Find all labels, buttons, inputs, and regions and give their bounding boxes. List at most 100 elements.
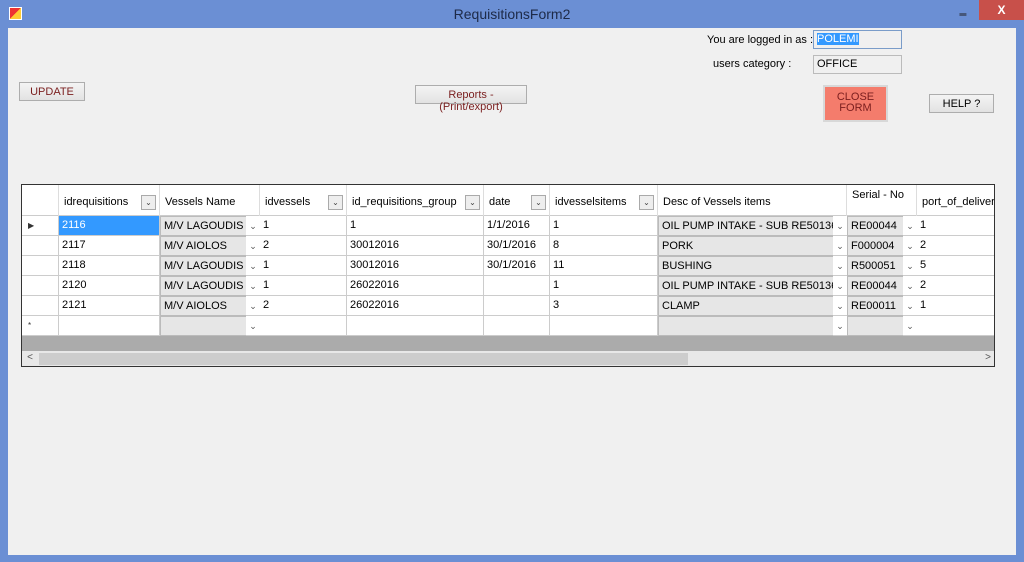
column-header[interactable]: date ⌄ [484,185,550,216]
grid-cell[interactable]: 2 [917,236,994,256]
combo-cell[interactable]: M/V AIOLOS [160,236,246,256]
column-header[interactable]: Serial - No [847,185,917,216]
filter-dropdown-icon[interactable]: ⌄ [639,195,654,210]
chevron-down-icon[interactable]: ⌄ [246,296,260,316]
grid-cell[interactable]: 30/1/2016 [484,236,550,256]
chevron-down-icon[interactable]: ⌄ [833,236,847,256]
column-header[interactable]: idvessels ⌄ [260,185,347,216]
grid-cell[interactable] [260,316,347,336]
combo-cell[interactable] [658,316,833,336]
filter-dropdown-icon[interactable]: ⌄ [531,195,546,210]
grid-cell[interactable]: 2 [260,236,347,256]
chevron-down-icon[interactable]: ⌄ [833,216,847,236]
chevron-down-icon[interactable]: ⌄ [903,256,917,276]
combo-cell[interactable]: RE00044 [847,216,903,236]
grid-cell[interactable] [347,316,484,336]
combo-cell[interactable]: RE00011 [847,296,903,316]
table-row[interactable]: 2120 M/V LAGOUDIS ⌄ 1 26022016 1 OIL PUMP INTA… [22,276,994,296]
grid-cell[interactable]: 5 [917,256,994,276]
table-row[interactable]: 2118 M/V LAGOUDIS ⌄ 1 30012016 30/1/2016 11 BUS… [22,256,994,276]
column-header[interactable]: port_of_delivery [917,185,994,216]
grid-cell[interactable]: 30/1/2016 [484,256,550,276]
combo-cell[interactable]: OIL PUMP INTAKE - SUB RE501363 [658,276,833,296]
column-header[interactable]: id_requisitions_group ⌄ [347,185,484,216]
combo-cell[interactable]: M/V LAGOUDIS [160,216,246,236]
grid-cell[interactable]: 1 [260,276,347,296]
combo-cell[interactable]: BUSHING [658,256,833,276]
table-row[interactable]: ▶ 2116 M/V LAGOUDIS ⌄ 1 1 1/1/2016 1 OIL PUMP IN… [22,216,994,236]
grid-cell[interactable]: 1 [260,216,347,236]
grid-cell[interactable]: 2117 [59,236,160,256]
grid-cell[interactable]: 26022016 [347,296,484,316]
minimize-button[interactable]: ‗ [950,2,976,22]
grid-cell[interactable]: 1 [347,216,484,236]
grid-cell[interactable]: 30012016 [347,256,484,276]
grid-cell[interactable]: 1 [917,296,994,316]
grid-cell[interactable] [59,316,160,336]
grid-cell[interactable]: 1 [550,216,658,236]
combo-cell[interactable]: PORK [658,236,833,256]
grid-cell[interactable]: 26022016 [347,276,484,296]
scroll-right-icon[interactable]: > [981,352,994,363]
grid-cell[interactable] [484,276,550,296]
filter-dropdown-icon[interactable]: ⌄ [328,195,343,210]
filter-dropdown-icon[interactable]: ⌄ [465,195,480,210]
chevron-down-icon[interactable]: ⌄ [246,276,260,296]
grid-cell[interactable]: 30012016 [347,236,484,256]
chevron-down-icon[interactable]: ⌄ [833,296,847,316]
combo-cell[interactable]: M/V LAGOUDIS [160,256,246,276]
grid-cell[interactable]: 2120 [59,276,160,296]
chevron-down-icon[interactable]: ⌄ [833,316,847,336]
reports-button[interactable]: Reports - (Print/export) [415,85,527,113]
grid-cell[interactable]: 1 [917,216,994,236]
grid-cell[interactable] [484,296,550,316]
chevron-down-icon[interactable]: ⌄ [903,216,917,236]
grid-cell[interactable]: 2 [917,276,994,296]
chevron-down-icon[interactable]: ⌄ [246,236,260,256]
grid-cell[interactable]: 2118 [59,256,160,276]
column-header[interactable]: idrequisitions ⌄ [59,185,160,216]
scroll-left-icon[interactable]: < [23,352,37,363]
close-window-button[interactable]: X [979,0,1024,20]
grid-cell[interactable] [484,316,550,336]
chevron-down-icon[interactable]: ⌄ [903,276,917,296]
chevron-down-icon[interactable]: ⌄ [903,296,917,316]
table-row[interactable]: 2117 M/V AIOLOS ⌄ 2 30012016 30/1/2016 8 PORK ⌄ F… [22,236,994,256]
chevron-down-icon[interactable]: ⌄ [246,256,260,276]
table-row[interactable]: 2121 M/V AIOLOS ⌄ 2 26022016 3 CLAMP ⌄ RE00011 ⌄ 1 [22,296,994,316]
scroll-thumb[interactable] [39,353,688,365]
help-button[interactable]: HELP ? [929,94,994,113]
column-header[interactable]: Vessels Name [160,185,260,216]
combo-cell[interactable] [847,316,903,336]
chevron-down-icon[interactable]: ⌄ [246,316,260,336]
combo-cell[interactable]: CLAMP [658,296,833,316]
grid-cell[interactable] [550,316,658,336]
combo-cell[interactable] [160,316,246,336]
chevron-down-icon[interactable]: ⌄ [903,316,917,336]
grid-cell[interactable] [917,316,994,336]
new-row[interactable]: * ⌄ ⌄ ⌄ [22,316,994,336]
close-form-button[interactable]: CLOSE FORM [823,85,888,122]
combo-cell[interactable]: R500051 [847,256,903,276]
logged-in-user-field[interactable]: POLEMI [813,30,902,49]
grid-cell[interactable]: 8 [550,236,658,256]
requisitions-grid[interactable]: idrequisitions ⌄ Vessels Name idvessels ⌄ id_… [21,184,995,367]
chevron-down-icon[interactable]: ⌄ [833,256,847,276]
chevron-down-icon[interactable]: ⌄ [833,276,847,296]
combo-cell[interactable]: F000004 [847,236,903,256]
grid-cell[interactable]: 2 [260,296,347,316]
grid-cell[interactable]: 1 [550,276,658,296]
chevron-down-icon[interactable]: ⌄ [246,216,260,236]
horizontal-scrollbar[interactable]: < > [22,351,994,366]
grid-cell[interactable]: 1 [260,256,347,276]
grid-cell[interactable]: 2116 [59,216,160,236]
chevron-down-icon[interactable]: ⌄ [903,236,917,256]
column-header[interactable]: idvesselsitems ⌄ [550,185,658,216]
update-button[interactable]: UPDATE [19,82,85,101]
grid-cell[interactable]: 2121 [59,296,160,316]
filter-dropdown-icon[interactable]: ⌄ [141,195,156,210]
grid-cell[interactable]: 3 [550,296,658,316]
users-category-field[interactable]: OFFICE [813,55,902,74]
combo-cell[interactable]: M/V AIOLOS [160,296,246,316]
combo-cell[interactable]: M/V LAGOUDIS [160,276,246,296]
